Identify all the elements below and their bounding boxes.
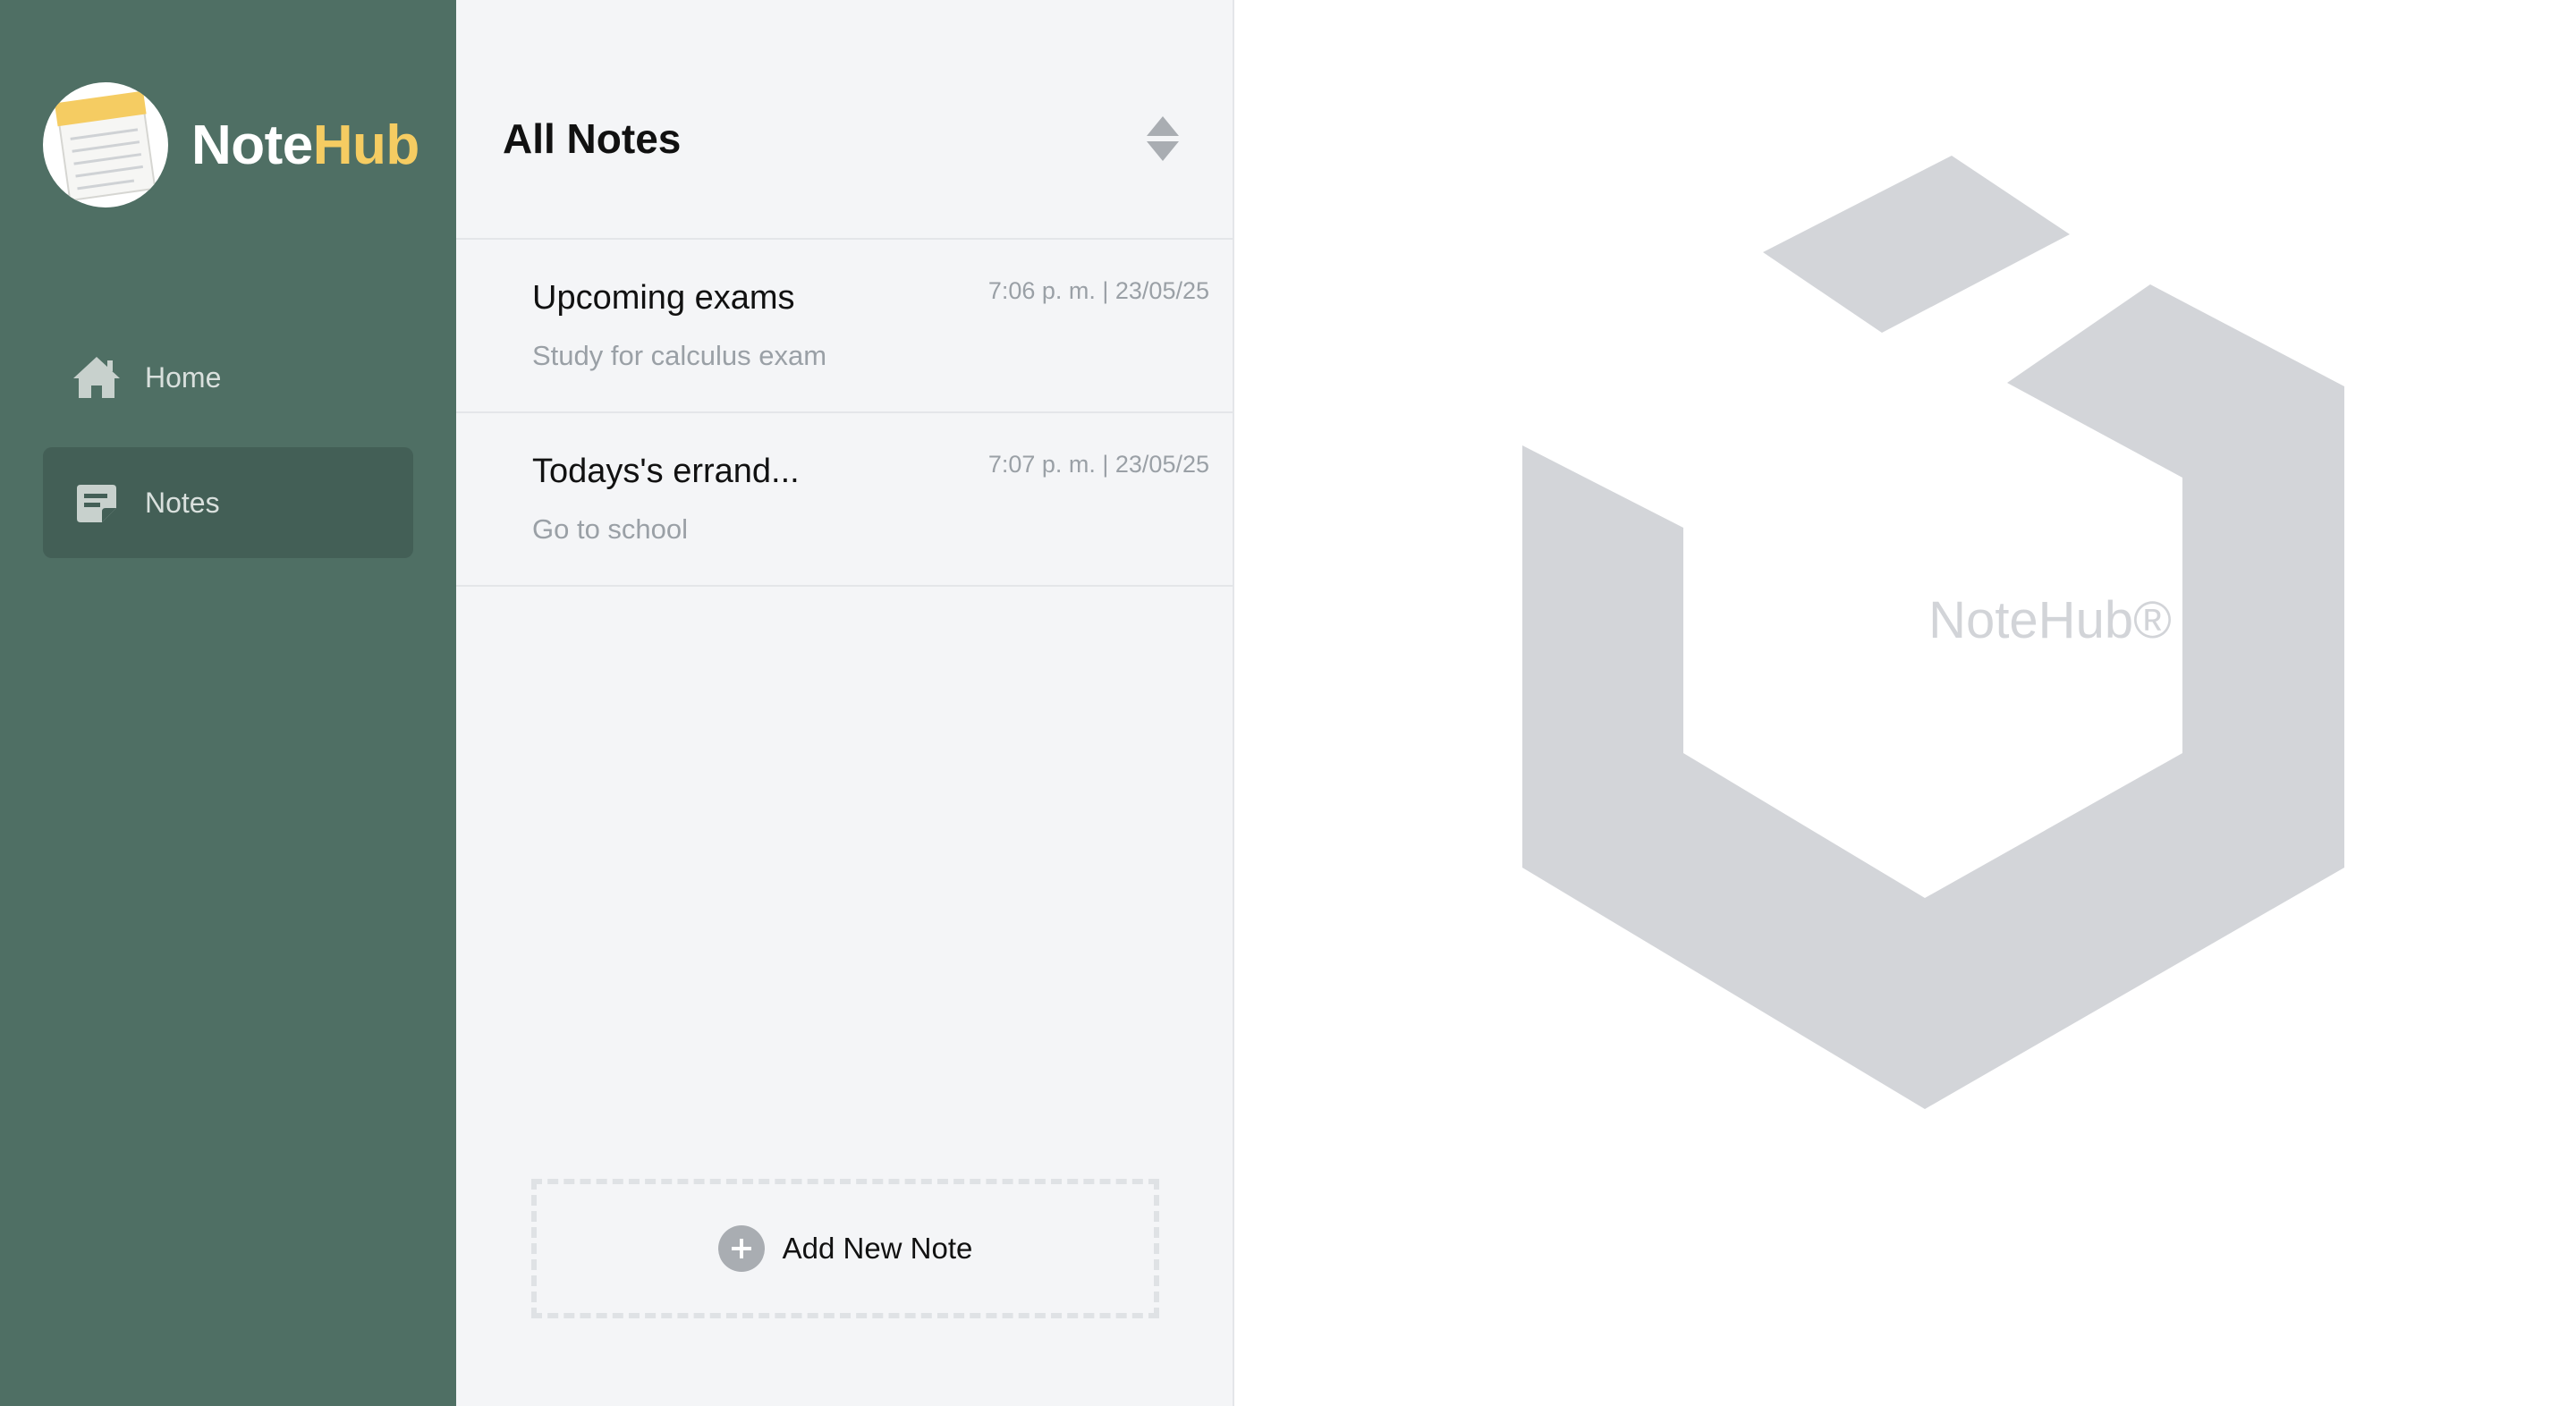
brand-name-part1: Note [191,114,313,176]
sidebar-nav: Home Notes [43,322,413,572]
brand-name: NoteHub [191,114,419,177]
note-timestamp: 7:06 p. m. | 23/05/25 [987,277,1209,304]
brand: NoteHub [43,82,419,208]
add-note-button[interactable]: Add New Note [531,1179,1159,1318]
add-note-label: Add New Note [782,1232,973,1265]
sidebar-item-notes[interactable]: Notes [43,447,413,558]
note-preview: Study for calculus exam [532,340,827,371]
note-list-item[interactable]: Todays's errand... 7:07 p. m. | 23/05/25… [456,415,1233,587]
sort-icon [1143,116,1182,166]
note-list-item[interactable]: Upcoming exams 7:06 p. m. | 23/05/25 Stu… [456,241,1233,413]
brand-name-part2: Hub [312,114,420,176]
notepad-icon [43,82,168,208]
notes-list-panel: All Notes Upcoming exams 7:06 p. m. | 23… [456,0,1234,1406]
sidebar-item-home[interactable]: Home [43,322,413,433]
watermark-text: NoteHub® [1928,591,2172,649]
empty-state: NoteHub® [1236,0,2576,1406]
home-icon [70,351,123,404]
plus-icon [717,1225,765,1272]
sidebar-item-label: Home [145,360,222,394]
note-timestamp: 7:07 p. m. | 23/05/25 [987,451,1209,478]
page-title: All Notes [503,115,682,162]
list-header: All Notes [456,0,1233,240]
sidebar-item-label: Notes [145,486,220,519]
sidebar: NoteHub Home Notes [0,0,456,1406]
sort-button[interactable] [1143,114,1182,163]
hexagon-logo-graphic [1522,156,2344,1109]
note-title: Todays's errand... [532,453,800,490]
notes-icon [70,476,123,529]
note-title: Upcoming exams [532,279,795,317]
note-preview: Go to school [532,513,689,545]
